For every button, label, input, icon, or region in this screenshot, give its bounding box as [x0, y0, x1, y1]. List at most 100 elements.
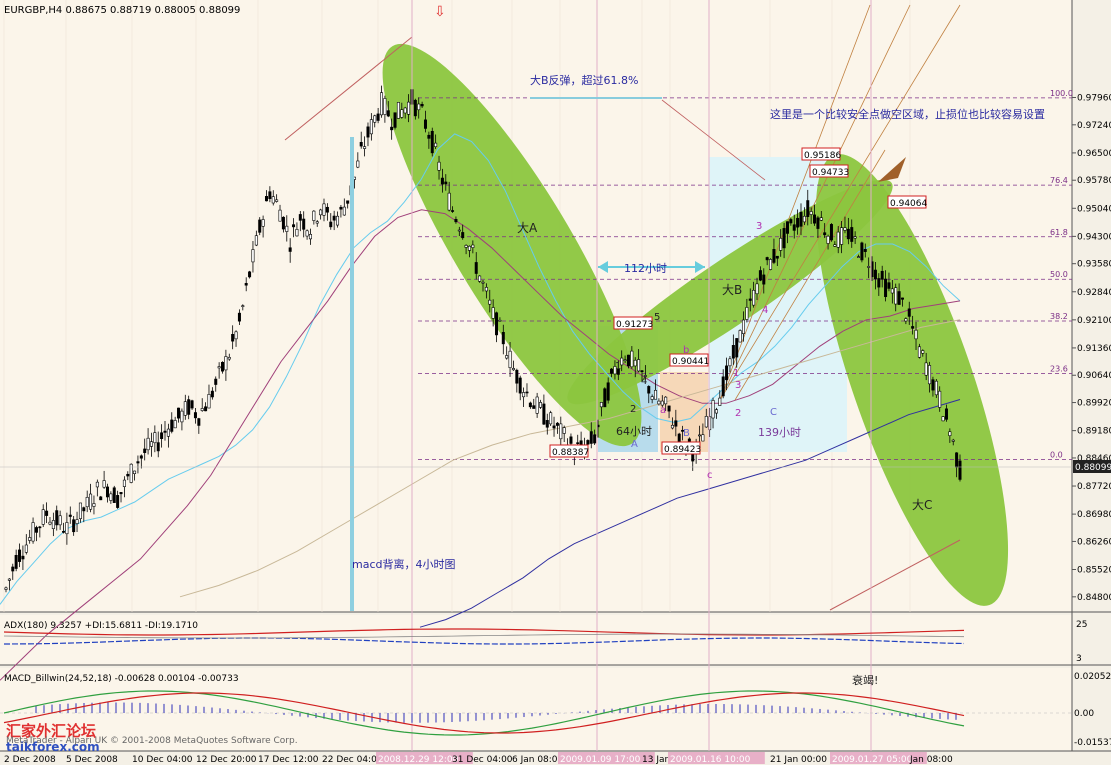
symbol-header: EURGBP,H4 0.88675 0.88719 0.88005 0.8809…: [4, 5, 240, 16]
candle-body: [816, 217, 820, 229]
candle-body: [921, 350, 925, 354]
candle-body: [34, 527, 38, 533]
candle-body: [552, 425, 556, 429]
price-chart[interactable]: 0.97960 0.97240 0.96500 0.95780 0.95040 0.943…: [0, 0, 1111, 765]
wave-3-big: 3: [756, 221, 762, 232]
candle-body: [775, 255, 779, 259]
wave-4-big: 4: [762, 305, 768, 316]
candle-body: [342, 206, 346, 216]
wave-1-big: 1: [733, 368, 739, 379]
candle-body: [484, 287, 488, 292]
candle-body: [166, 428, 170, 437]
candle-body: [204, 406, 208, 412]
price-tag-value: 0.89423: [664, 445, 701, 455]
candle-body: [836, 231, 840, 248]
price-tag-value: 0.90441: [672, 357, 709, 367]
candle-body: [752, 289, 756, 306]
segment-B: B: [683, 428, 690, 439]
candle-body: [261, 219, 265, 227]
candle-body: [928, 365, 932, 385]
x-tick-label: 2009.01.27 05:00: [832, 755, 913, 765]
candle-body: [58, 515, 62, 526]
candle-body: [288, 247, 292, 252]
candle-body: [413, 99, 417, 117]
macd-label: MACD_Billwin(24,52,18) -0.00628 0.00104 …: [4, 674, 239, 684]
candle-body: [650, 396, 654, 400]
candle-body: [471, 244, 475, 248]
candle-body: [934, 380, 938, 396]
x-tick-label: 2009.01.09 17:00: [560, 755, 641, 765]
candle-body: [403, 107, 407, 114]
candle-body: [657, 400, 661, 405]
current-price: 0.88099: [1075, 463, 1111, 473]
candle-body: [248, 271, 252, 278]
candle-body: [518, 377, 522, 394]
candle-body: [241, 305, 245, 307]
candle-body: [698, 434, 702, 437]
candle-body: [336, 215, 340, 226]
x-tick-label: Jan 08:00: [909, 755, 953, 765]
candle-body: [647, 386, 651, 394]
candle-body: [68, 514, 72, 517]
candle-body: [390, 126, 394, 131]
candle-body: [633, 359, 637, 367]
candle-body: [173, 420, 177, 429]
candle-body: [363, 146, 367, 149]
candle-body: [457, 229, 461, 232]
candle-body: [846, 228, 850, 240]
candle-body: [873, 269, 877, 280]
candle-body: [400, 109, 404, 118]
candle-body: [532, 405, 536, 409]
candle-body: [522, 392, 526, 398]
candle-body: [728, 358, 732, 367]
candle-body: [393, 112, 397, 128]
candle-body: [258, 219, 262, 233]
y-tick-label: 0.84800: [1077, 593, 1111, 603]
candle-body: [948, 431, 952, 436]
candle-body: [454, 219, 458, 223]
candle-body: [884, 278, 888, 298]
candle-body: [210, 390, 214, 398]
candle-body: [900, 297, 904, 300]
x-tick-label: 2008.12.29 12:00: [378, 755, 459, 765]
candle-body: [356, 160, 360, 168]
candle-body: [464, 245, 468, 248]
macd-tick-bottom: -0.01537: [1074, 738, 1111, 748]
candle-body: [495, 312, 499, 336]
y-axis: 0.97960 0.97240 0.96500 0.95780 0.95040 0.943…: [1072, 94, 1111, 603]
candle-body: [738, 330, 742, 343]
candle-body: [623, 359, 627, 362]
candle-body: [214, 378, 218, 385]
candle-body: [55, 510, 59, 526]
candle-body: [481, 281, 485, 284]
y-tick-label: 0.95780: [1077, 176, 1111, 186]
candle-body: [281, 216, 285, 230]
y-tick-label: 0.94300: [1077, 232, 1111, 242]
wave-c: c: [707, 470, 713, 481]
candle-body: [515, 369, 519, 384]
candle-body: [806, 200, 810, 218]
candle-body: [153, 432, 157, 444]
candle-body: [610, 368, 614, 374]
candle-body: [772, 249, 776, 263]
candle-body: [799, 211, 803, 227]
y-tick-label: 0.86260: [1077, 537, 1111, 547]
label-macd-divergence: macd背离，4小时图: [352, 557, 456, 571]
candle-body: [369, 119, 373, 135]
candle-body: [396, 102, 400, 119]
candle-body: [89, 493, 93, 510]
candle-body: [545, 420, 549, 428]
candle-body: [434, 142, 438, 147]
candle-body: [109, 493, 113, 501]
candle-body: [85, 496, 89, 508]
candle-body: [779, 237, 783, 251]
candle-body: [796, 217, 800, 228]
candle-body: [731, 345, 735, 359]
adx-tick-top: 25: [1076, 620, 1087, 630]
candle-body: [785, 221, 789, 234]
candle-body: [819, 217, 823, 221]
candle-body: [880, 270, 884, 280]
candle-body: [177, 407, 181, 419]
candle-body: [593, 434, 597, 444]
candle-body: [82, 507, 86, 512]
